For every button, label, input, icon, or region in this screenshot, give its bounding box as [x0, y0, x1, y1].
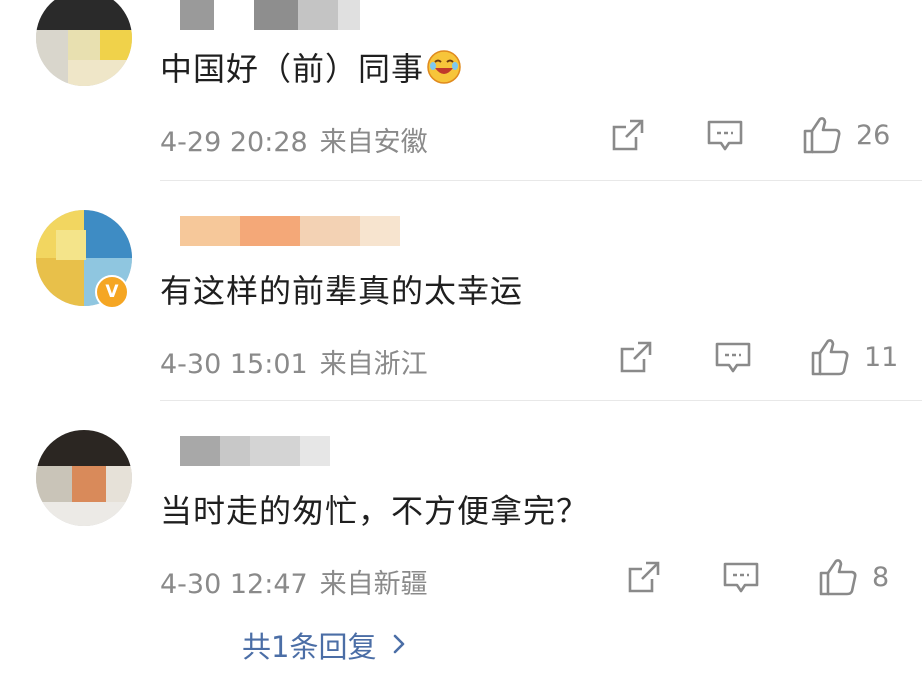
like-button[interactable]: 8 [818, 557, 889, 597]
comment-date: 4-29 20:28 [160, 127, 308, 158]
username-blurred[interactable] [160, 216, 400, 246]
comment-text: 当时走的匆忙，不方便拿完？ [160, 492, 590, 530]
comment-button[interactable] [722, 561, 760, 595]
comment-meta: 4-29 20:28 来自安徽 [160, 120, 428, 159]
like-count: 11 [864, 341, 899, 373]
avatar[interactable] [36, 0, 132, 86]
share-button[interactable] [626, 559, 662, 595]
comment-text: 有这样的前辈真的太幸运 [160, 272, 524, 310]
verified-badge: V [95, 275, 129, 309]
like-count: 26 [856, 119, 891, 151]
laughing-tears-emoji-icon [426, 49, 462, 93]
comment-icon [723, 562, 759, 593]
comment-text: 中国好（前）同事 [160, 44, 462, 93]
divider [160, 400, 922, 401]
like-count: 8 [872, 561, 890, 593]
comment-button[interactable] [706, 119, 744, 153]
like-button[interactable]: 11 [810, 337, 898, 377]
view-replies-link[interactable]: 共1条回复 [242, 624, 406, 666]
like-button[interactable]: 26 [802, 115, 890, 155]
comment-icon [715, 342, 751, 373]
comment-button[interactable] [714, 341, 752, 375]
comment-date: 4-30 12:47 [160, 569, 308, 600]
like-icon [811, 339, 849, 376]
username-blurred[interactable] [160, 436, 330, 466]
view-replies-label: 共1条回复 [242, 630, 377, 664]
comment-location: 来自新疆 [319, 569, 428, 600]
comment-location: 来自浙江 [319, 349, 428, 380]
username-blurred[interactable] [160, 0, 360, 30]
share-icon [620, 341, 652, 373]
chevron-right-icon [392, 628, 406, 662]
share-button[interactable] [618, 339, 654, 375]
comment-location: 来自安徽 [319, 127, 428, 158]
like-icon [803, 117, 841, 154]
comment-date: 4-30 15:01 [160, 349, 308, 380]
avatar[interactable] [36, 430, 132, 526]
comment-meta: 4-30 12:47 来自新疆 [160, 562, 428, 601]
share-icon [612, 119, 644, 151]
comment-meta: 4-30 15:01 来自浙江 [160, 342, 428, 381]
comment-icon [707, 120, 743, 151]
divider [160, 180, 922, 181]
like-icon [819, 559, 857, 596]
share-button[interactable] [610, 117, 646, 153]
share-icon [628, 561, 660, 593]
